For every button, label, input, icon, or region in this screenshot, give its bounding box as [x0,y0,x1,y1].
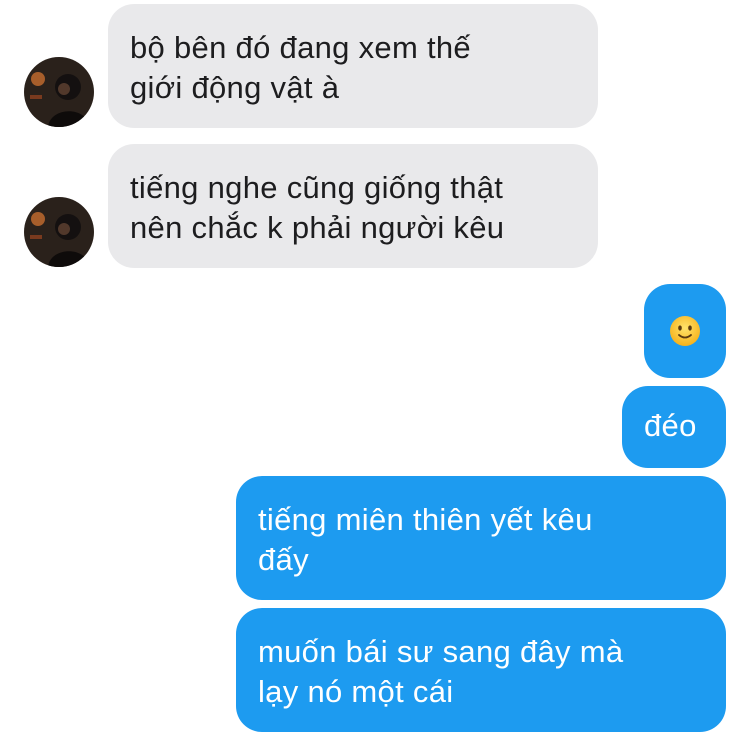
avatar-photo [24,197,94,267]
message-bubble-outgoing[interactable]: đéo [622,386,726,468]
chat-thread: bộ bên đó đang xem thế giới động vật à t… [0,0,750,733]
message-bubble-incoming[interactable]: bộ bên đó đang xem thế giới động vật à [108,4,598,128]
contact-avatar[interactable] [24,197,94,267]
message-bubble-outgoing[interactable]: tiếng miên thiên yết kêu đấy [236,476,726,600]
contact-avatar[interactable] [24,57,94,127]
message-bubble-incoming[interactable]: tiếng nghe cũng giống thật nên chắc k ph… [108,144,598,268]
slightly-smiling-face-emoji [670,316,700,346]
message-bubble-outgoing[interactable]: muốn bái sư sang đây mà lạy nó một cái [236,608,726,732]
message-bubble-outgoing[interactable] [644,284,726,378]
avatar-photo [24,57,94,127]
